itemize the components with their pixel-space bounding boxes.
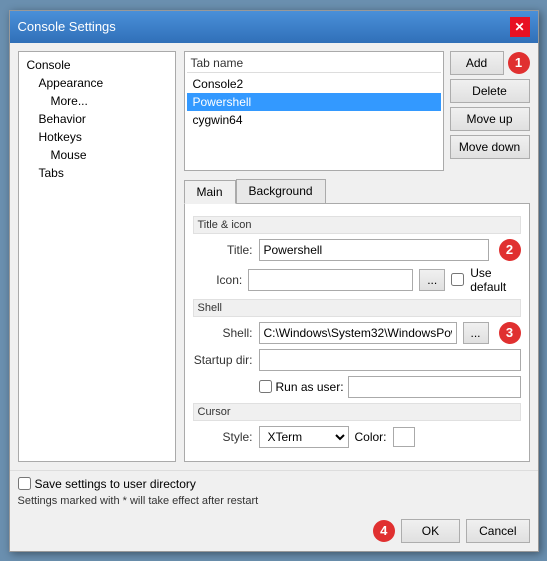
- button-column: Add 1 Delete Move up Move down: [450, 51, 530, 171]
- tree-item-tabs[interactable]: Tabs: [23, 164, 171, 182]
- title-bar: Console Settings ✕: [10, 11, 538, 43]
- save-settings-text: Save settings to user directory: [35, 477, 196, 491]
- settings-tabs: Main Background: [184, 179, 530, 204]
- badge-2: 2: [499, 239, 521, 261]
- tab-item-powershell[interactable]: Powershell: [187, 93, 441, 111]
- close-button[interactable]: ✕: [510, 17, 530, 37]
- color-label: Color:: [355, 430, 387, 444]
- tree-item-more[interactable]: More...: [23, 92, 171, 110]
- shell-browse-button[interactable]: ...: [463, 322, 489, 344]
- right-panel: Tab name Console2 Powershell cygwin64 Ad…: [184, 51, 530, 462]
- delete-button[interactable]: Delete: [450, 79, 530, 103]
- tree-item-appearance[interactable]: Appearance: [23, 74, 171, 92]
- tab-list: Tab name Console2 Powershell cygwin64: [184, 51, 444, 171]
- tree-item-mouse[interactable]: Mouse: [23, 146, 171, 164]
- use-default-label: Use default: [470, 266, 520, 294]
- section-title-icon: Title & icon: [193, 216, 521, 234]
- icon-row: Icon: ... Use default: [193, 266, 521, 294]
- badge-4: 4: [373, 520, 395, 542]
- settings-tabs-container: Main Background Title & icon Title: 2 Ic…: [184, 177, 530, 462]
- tree-panel: Console Appearance More... Behavior Hotk…: [18, 51, 176, 462]
- icon-label: Icon:: [193, 273, 243, 287]
- tab-main[interactable]: Main: [184, 180, 236, 204]
- cancel-button[interactable]: Cancel: [466, 519, 529, 543]
- add-row: Add 1: [450, 51, 530, 75]
- bottom-section: Save settings to user directory Settings…: [10, 470, 538, 513]
- settings-content: Title & icon Title: 2 Icon: ... Use defa…: [184, 204, 530, 462]
- style-select[interactable]: XTerm Block Underline: [259, 426, 349, 448]
- shell-input[interactable]: [259, 322, 457, 344]
- title-row: Title: 2: [193, 239, 521, 261]
- main-content: Console Appearance More... Behavior Hotk…: [10, 43, 538, 470]
- move-down-button[interactable]: Move down: [450, 135, 530, 159]
- run-as-user-checkbox[interactable]: [259, 380, 272, 393]
- tab-item-console2[interactable]: Console2: [187, 75, 441, 93]
- icon-input[interactable]: [248, 269, 413, 291]
- window-title: Console Settings: [18, 19, 116, 34]
- move-up-button[interactable]: Move up: [450, 107, 530, 131]
- ok-button[interactable]: OK: [401, 519, 460, 543]
- tabs-section: Tab name Console2 Powershell cygwin64 Ad…: [184, 51, 530, 171]
- shell-row: Shell: ... 3: [193, 322, 521, 344]
- section-cursor: Cursor: [193, 403, 521, 421]
- startup-dir-label: Startup dir:: [193, 353, 253, 367]
- window: Console Settings ✕ Console Appearance Mo…: [9, 10, 539, 552]
- tree-item-hotkeys[interactable]: Hotkeys: [23, 128, 171, 146]
- run-as-user-input[interactable]: [348, 376, 521, 398]
- add-button[interactable]: Add: [450, 51, 504, 75]
- shell-label: Shell:: [193, 326, 253, 340]
- status-text: Settings marked with * will take effect …: [18, 495, 530, 507]
- icon-browse-button[interactable]: ...: [419, 269, 445, 291]
- cursor-row: Style: XTerm Block Underline Color:: [193, 426, 521, 448]
- badge-3: 3: [499, 322, 521, 344]
- tab-background[interactable]: Background: [236, 179, 326, 203]
- tab-name-header: Tab name: [187, 54, 441, 73]
- title-input[interactable]: [259, 239, 489, 261]
- style-label: Style:: [193, 430, 253, 444]
- tree-item-console[interactable]: Console: [23, 56, 171, 74]
- run-as-user-label: Run as user:: [276, 380, 344, 394]
- bottom-buttons: 4 OK Cancel: [10, 513, 538, 551]
- tab-item-cygwin64[interactable]: cygwin64: [187, 111, 441, 129]
- save-settings-checkbox[interactable]: [18, 477, 31, 490]
- startup-dir-row: Startup dir:: [193, 349, 521, 371]
- use-default-checkbox[interactable]: [451, 273, 464, 286]
- color-picker[interactable]: [393, 427, 415, 447]
- run-as-user-row: Run as user:: [259, 376, 521, 398]
- save-settings-label[interactable]: Save settings to user directory: [18, 477, 530, 491]
- badge-1: 1: [508, 52, 530, 74]
- section-shell: Shell: [193, 299, 521, 317]
- title-label: Title:: [193, 243, 253, 257]
- startup-dir-input[interactable]: [259, 349, 521, 371]
- tree-item-behavior[interactable]: Behavior: [23, 110, 171, 128]
